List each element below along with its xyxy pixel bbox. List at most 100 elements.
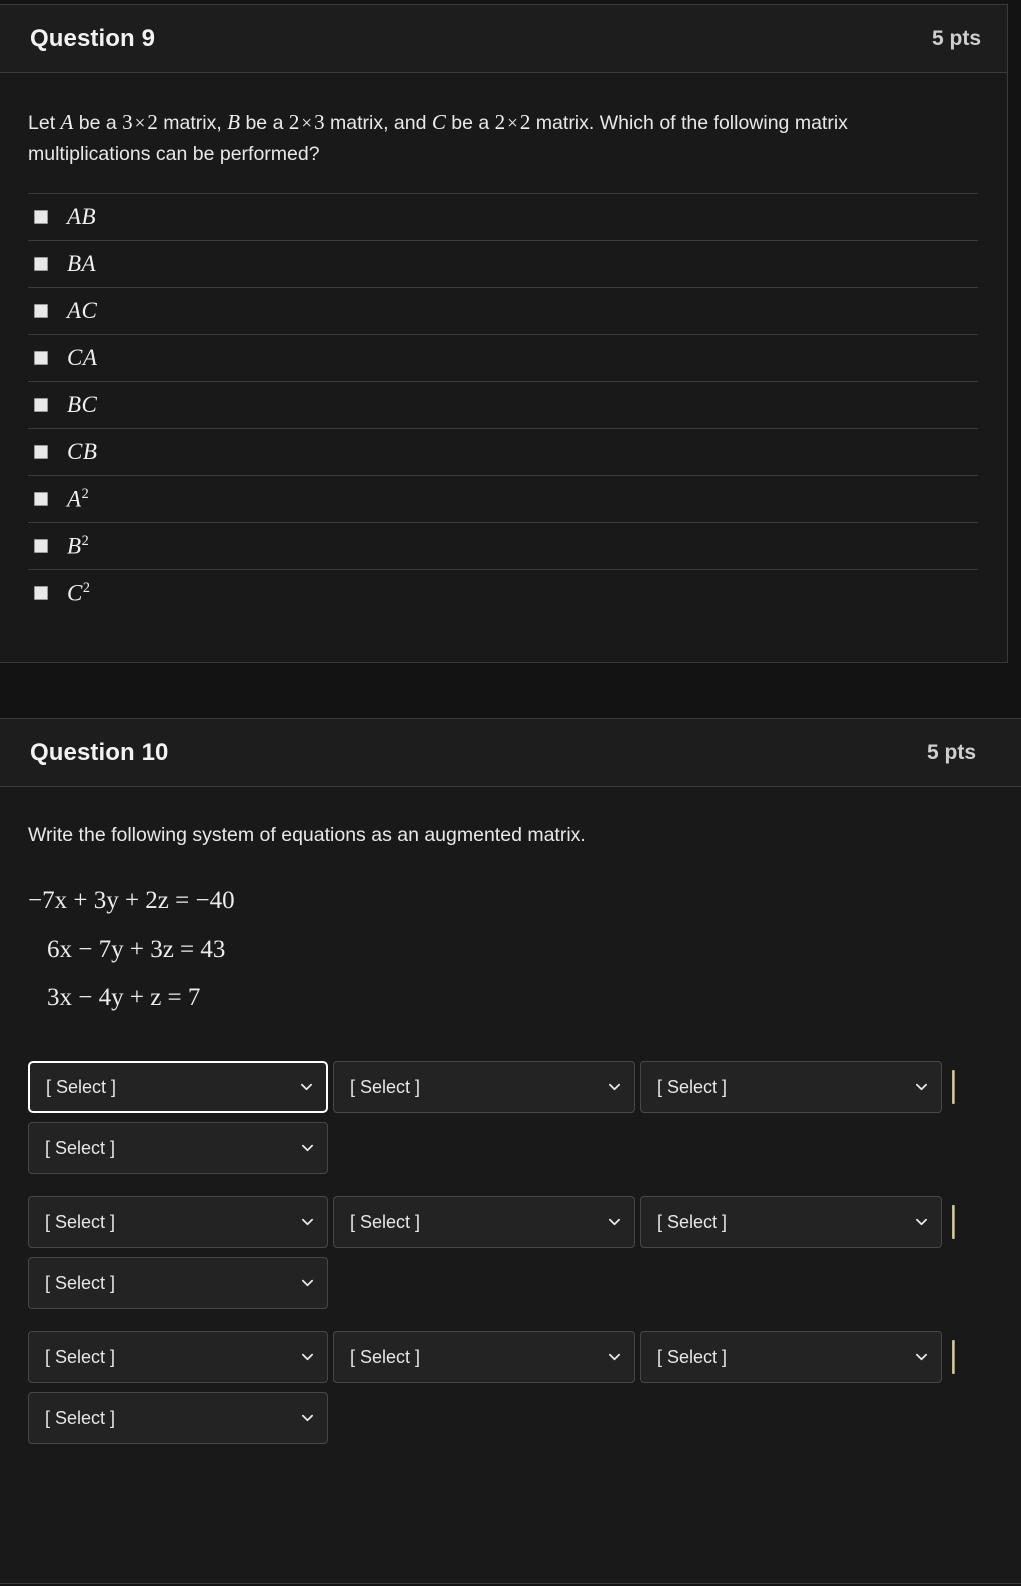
option-base: CA — [67, 344, 98, 370]
question-9-points: 5 pts — [931, 26, 981, 50]
option-base: A — [67, 486, 82, 512]
dim-2-rows: 2 — [288, 110, 300, 134]
chevron-down-icon — [301, 1276, 314, 1289]
answer-option-row[interactable]: CA — [28, 333, 978, 381]
answer-option-row[interactable]: C2 — [28, 568, 978, 616]
answer-option-row[interactable]: CB — [28, 427, 978, 475]
prompt-segment-3: matrix, — [157, 112, 228, 134]
answer-option-row[interactable]: A2 — [28, 474, 978, 522]
checkbox-icon[interactable] — [34, 491, 48, 506]
answer-options-list: AB BA AC CA BC CB A2 B2 C2 — [28, 192, 979, 616]
chevron-down-icon — [301, 1215, 314, 1228]
checkbox-icon[interactable] — [34, 397, 48, 412]
answer-option-label: AB — [67, 204, 96, 230]
answer-option-row[interactable]: AB — [28, 192, 978, 240]
option-base: AC — [67, 297, 98, 323]
matrix-select-r1-c3[interactable]: [ Select ] — [640, 1061, 942, 1114]
chevron-down-icon — [301, 1141, 314, 1154]
quiz-page: Question 9 5 pts Let A be a 3 ×2 matrix, … — [0, 0, 1021, 1586]
matrix-augment-select-r1[interactable]: [ Select ] — [28, 1122, 328, 1175]
matrix-augment-select-r3[interactable]: [ Select ] — [28, 1392, 328, 1445]
answer-option-label: AC — [67, 298, 97, 324]
question-card-10: Question 10 5 pts Write the following sy… — [0, 718, 1021, 1584]
chevron-down-icon — [608, 1080, 621, 1093]
equation-line: −7x + 3y + 2z = −40 — [28, 886, 235, 914]
chevron-down-icon — [915, 1350, 928, 1363]
matrix-select-r2-c3[interactable]: [ Select ] — [640, 1196, 942, 1249]
select-value: [ Select ] — [45, 1137, 116, 1158]
option-exponent: 2 — [82, 579, 90, 596]
answer-option-label: B2 — [67, 533, 89, 560]
select-value: [ Select ] — [657, 1346, 728, 1367]
chevron-down-icon — [608, 1215, 621, 1228]
option-base: BA — [67, 250, 97, 276]
dim-1-cols: 2 — [147, 110, 158, 134]
select-value: [ Select ] — [45, 1407, 116, 1428]
prompt-segment-2: be a — [73, 112, 123, 134]
select-value: [ Select ] — [350, 1211, 421, 1232]
times-icon-3: × — [507, 113, 518, 134]
matrix-select-r2-c2[interactable]: [ Select ] — [333, 1196, 635, 1249]
question-10-prompt: Write the following system of equations … — [28, 824, 586, 846]
matrix-augment-row-2: [ Select ] — [28, 1257, 994, 1310]
dim-1-rows: 3 — [122, 110, 133, 134]
augmented-bar-divider — [952, 1340, 955, 1375]
chevron-down-icon — [301, 1411, 314, 1424]
checkbox-icon[interactable] — [34, 538, 48, 553]
equation-line: 3x − 4y + z = 7 — [47, 984, 201, 1012]
answer-option-label: BA — [67, 251, 96, 277]
option-exponent: 2 — [81, 532, 89, 549]
checkbox-icon[interactable] — [34, 444, 48, 459]
answer-option-label: BC — [67, 392, 97, 418]
matrix-select-r3-c3[interactable]: [ Select ] — [640, 1331, 942, 1384]
checkbox-icon[interactable] — [34, 585, 48, 600]
matrix-select-r1-c2[interactable]: [ Select ] — [333, 1061, 635, 1114]
matrix-select-r1-c1[interactable]: [ Select ] — [28, 1061, 328, 1114]
prompt-segment-6: be a — [445, 112, 495, 134]
answer-option-row[interactable]: BC — [28, 380, 978, 428]
chevron-down-icon — [915, 1080, 928, 1093]
checkbox-icon[interactable] — [34, 256, 48, 271]
question-10-points: 5 pts — [926, 740, 976, 764]
times-icon-2: × — [301, 113, 313, 134]
question-9-title: Question 9 — [30, 24, 156, 52]
dim-3-rows: 2 — [494, 110, 506, 134]
matrix-select-r3-c1[interactable]: [ Select ] — [28, 1331, 328, 1384]
prompt-segment-5: matrix, and — [324, 112, 432, 134]
matrix-var-c: C — [431, 110, 446, 134]
option-base: B — [67, 533, 82, 559]
option-base: CB — [67, 438, 98, 464]
matrix-var-b: B — [227, 110, 241, 134]
checkbox-icon[interactable] — [34, 350, 48, 365]
option-base: BC — [67, 391, 98, 417]
matrix-select-r2-c1[interactable]: [ Select ] — [28, 1196, 328, 1249]
select-value: [ Select ] — [45, 1346, 116, 1367]
equation-line: 6x − 7y + 3z = 43 — [47, 935, 226, 963]
select-value: [ Select ] — [46, 1076, 117, 1097]
question-9-header: Question 9 5 pts — [0, 5, 1007, 73]
matrix-augment-select-r2[interactable]: [ Select ] — [28, 1257, 328, 1310]
augmented-bar-divider — [952, 1205, 955, 1240]
matrix-augment-row-1: [ Select ] — [28, 1122, 994, 1175]
chevron-down-icon — [300, 1080, 313, 1093]
prompt-segment-1: Let — [28, 112, 61, 134]
matrix-row-3: [ Select ] [ Select ] [ Select ] — [28, 1331, 994, 1384]
answer-option-row[interactable]: BA — [28, 239, 978, 287]
matrix-row-2: [ Select ] [ Select ] [ Select ] — [28, 1196, 994, 1249]
select-value: [ Select ] — [350, 1346, 421, 1367]
augmented-bar-divider — [952, 1070, 955, 1105]
answer-option-row[interactable]: B2 — [28, 521, 978, 569]
question-10-header: Question 10 5 pts — [0, 719, 1021, 787]
augmented-matrix-inputs: [ Select ][ Select ][ Select ][ Select ]… — [28, 1061, 994, 1445]
matrix-var-a: A — [60, 110, 74, 134]
select-value: [ Select ] — [657, 1211, 728, 1232]
select-value: [ Select ] — [350, 1076, 421, 1097]
chevron-down-icon — [301, 1350, 314, 1363]
matrix-select-r3-c2[interactable]: [ Select ] — [333, 1331, 635, 1384]
checkbox-icon[interactable] — [34, 303, 48, 318]
dim-2-cols: 3 — [314, 110, 325, 134]
checkbox-icon[interactable] — [34, 209, 48, 224]
chevron-down-icon — [608, 1350, 621, 1363]
select-value: [ Select ] — [657, 1076, 728, 1097]
answer-option-row[interactable]: AC — [28, 286, 978, 334]
